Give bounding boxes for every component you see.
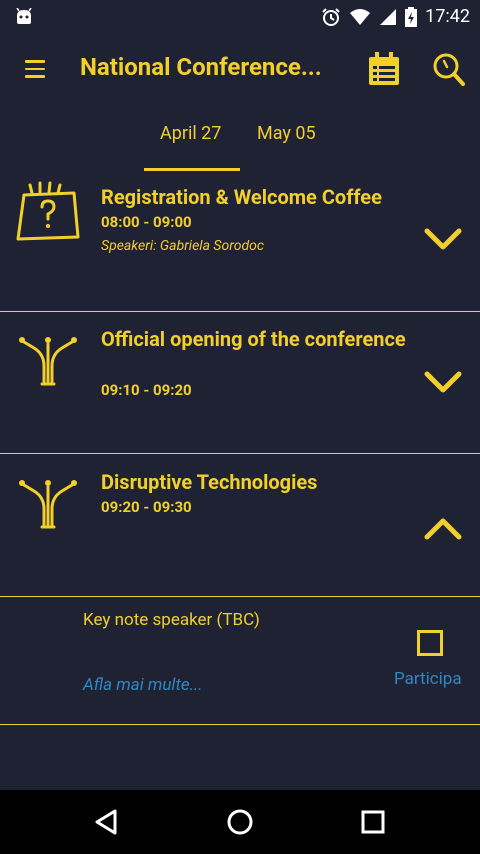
- date-tabs: April 27 May 05: [0, 109, 480, 171]
- session-item[interactable]: Official opening of the conference 09:10…: [0, 312, 480, 454]
- menu-icon[interactable]: [25, 60, 49, 82]
- session-title: Official opening of the conference: [101, 327, 406, 351]
- session-item[interactable]: Registration & Welcome Coffee 08:00 - 09…: [0, 171, 480, 312]
- status-time: 17:42: [425, 6, 470, 27]
- session-title: Registration & Welcome Coffee: [101, 185, 382, 209]
- android-icon: [16, 7, 32, 24]
- battery-icon: [405, 6, 418, 27]
- participate-label[interactable]: Participa: [394, 669, 462, 689]
- recents-icon[interactable]: [357, 808, 389, 836]
- session-time: 09:20 - 09:30: [101, 498, 192, 516]
- session-description: Key note speaker (TBC): [83, 610, 260, 630]
- participate-checkbox[interactable]: [417, 630, 443, 656]
- question-board-icon: [16, 181, 80, 241]
- system-nav-bar: [0, 790, 480, 854]
- wifi-icon: [350, 8, 371, 25]
- calendar-icon[interactable]: [367, 51, 401, 87]
- session-title: Disruptive Technologies: [101, 470, 318, 494]
- tab-april-27[interactable]: April 27: [160, 123, 221, 144]
- session-speakers: Speakeri: Gabriela Sorodoc: [101, 238, 264, 254]
- status-bar: 17:42: [0, 0, 480, 33]
- more-info-link[interactable]: Afla mai multe...: [83, 675, 203, 695]
- session-time: 08:00 - 09:00: [101, 213, 192, 231]
- alarm-icon: [322, 7, 340, 26]
- app-bar: National Conference...: [0, 33, 480, 109]
- back-icon[interactable]: [91, 808, 123, 836]
- session-item[interactable]: Disruptive Technologies 09:20 - 09:30: [0, 455, 480, 597]
- page-title: National Conference...: [80, 53, 322, 81]
- chevron-down-icon[interactable]: [423, 370, 463, 396]
- branching-icon: [19, 337, 77, 386]
- session-detail: Key note speaker (TBC) Afla mai multe...…: [0, 598, 480, 725]
- search-icon[interactable]: [430, 51, 466, 87]
- branching-icon: [19, 480, 77, 529]
- chevron-down-icon[interactable]: [423, 227, 463, 253]
- home-icon[interactable]: [224, 808, 256, 836]
- session-time: 09:10 - 09:20: [101, 381, 192, 399]
- signal-icon: [380, 8, 397, 25]
- tab-may-05[interactable]: May 05: [257, 123, 316, 144]
- chevron-up-icon[interactable]: [423, 515, 463, 541]
